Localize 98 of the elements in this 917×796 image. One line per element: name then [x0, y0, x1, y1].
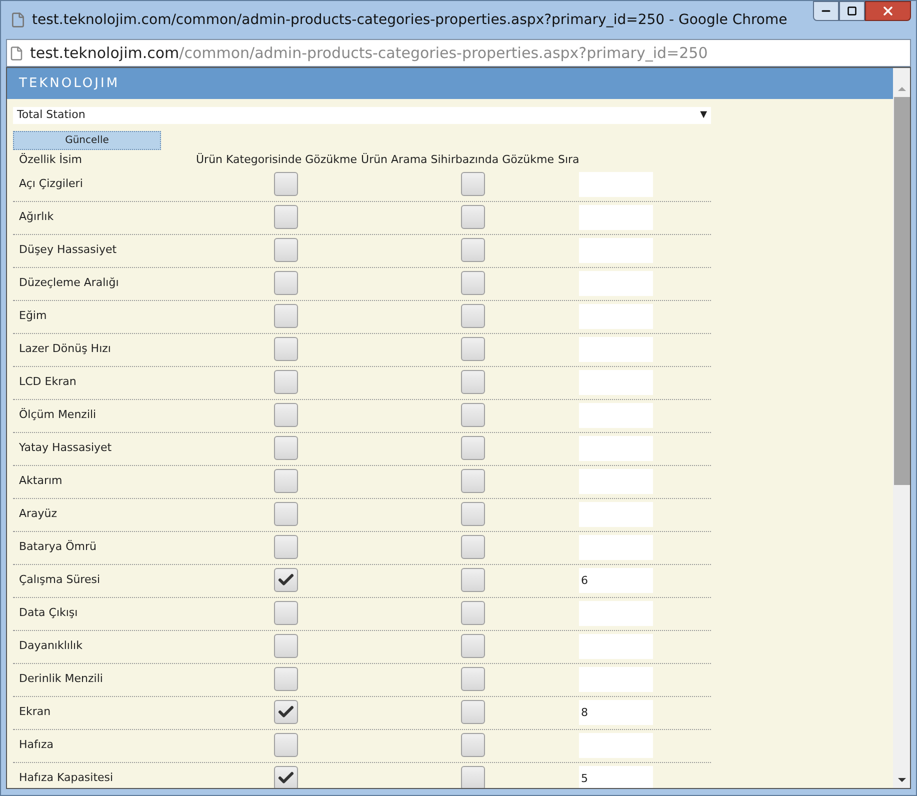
category-select[interactable]: Total Station ▼ — [13, 107, 711, 124]
checkbox[interactable] — [274, 733, 298, 757]
close-icon — [881, 4, 895, 18]
order-field[interactable] — [579, 666, 653, 692]
update-button[interactable]: Güncelle — [13, 131, 161, 150]
order-field[interactable] — [579, 468, 653, 494]
address-bar[interactable]: test.teknolojim.com/common/admin-products-categories-properties.aspx?primary_id=250 — [6, 39, 911, 67]
column-header: Sıra — [558, 152, 580, 168]
property-name: Eğim — [19, 308, 48, 324]
checkbox[interactable] — [461, 238, 485, 262]
checkbox[interactable] — [461, 205, 485, 229]
checkbox[interactable] — [274, 436, 298, 460]
order-field[interactable] — [579, 634, 653, 658]
order-field[interactable] — [579, 204, 653, 230]
checkbox[interactable] — [274, 766, 298, 788]
url-path: /common/admin-products-categories-properties.aspx?primary_id=250 — [179, 42, 708, 64]
order-field[interactable] — [579, 534, 653, 560]
checkbox[interactable] — [274, 469, 298, 493]
checkbox[interactable] — [274, 700, 298, 724]
checkbox[interactable] — [461, 700, 485, 724]
property-name: Aktarım — [19, 472, 64, 489]
checkbox[interactable] — [274, 601, 298, 625]
checkbox[interactable] — [274, 271, 298, 295]
property-name: Derinlik Menzili — [19, 670, 104, 687]
checkbox[interactable] — [274, 502, 298, 526]
checkbox[interactable] — [461, 304, 485, 328]
dropdown-arrow: ▼ — [700, 108, 707, 122]
property-name: Lazer Dönüş Hızı — [19, 340, 112, 357]
order-field[interactable] — [579, 238, 653, 262]
property-name: Yatay Hassasiyet — [19, 440, 113, 456]
checkbox[interactable] — [461, 271, 485, 295]
maximize-button[interactable] — [839, 1, 865, 21]
checkbox[interactable] — [461, 337, 485, 361]
property-name: Açı Çizgileri — [19, 176, 84, 192]
column-header: Ürün Kategorisinde Gözükme — [196, 152, 358, 168]
property-name: Data Çıkışı — [19, 604, 79, 621]
order-field[interactable]: 6 — [579, 568, 653, 592]
checkbox[interactable] — [461, 403, 485, 427]
order-field[interactable] — [579, 270, 653, 296]
property-name: Dayanıklılık — [19, 638, 84, 654]
property-name: Ölçüm Menzili — [19, 406, 98, 423]
checkbox[interactable] — [274, 238, 298, 262]
column-header: Özellik İsim — [19, 152, 83, 168]
order-field[interactable]: 5 — [579, 766, 653, 788]
order-field[interactable] — [579, 732, 653, 758]
checkbox[interactable] — [461, 172, 485, 196]
property-name: Arayüz — [19, 506, 58, 522]
order-field[interactable] — [579, 172, 653, 196]
column-header: Ürün Arama Sihirbazında Gözükme — [361, 152, 554, 168]
property-name: LCD Ekran — [19, 374, 78, 390]
order-field[interactable] — [579, 436, 653, 460]
scroll-thumb[interactable] — [894, 97, 910, 485]
maximize-icon — [847, 6, 857, 16]
order-field[interactable]: 8 — [579, 700, 653, 724]
checkbox[interactable] — [461, 535, 485, 559]
property-name: Batarya Ömrü — [19, 538, 98, 555]
checkbox[interactable] — [274, 403, 298, 427]
checkbox[interactable] — [274, 172, 298, 196]
checkbox[interactable] — [461, 634, 485, 658]
checkbox[interactable] — [274, 304, 298, 328]
checkbox[interactable] — [274, 568, 298, 592]
checkbox[interactable] — [461, 766, 485, 788]
checkbox[interactable] — [461, 469, 485, 493]
minimize-button[interactable] — [813, 1, 839, 21]
property-name: Çalışma Süresi — [19, 572, 102, 588]
property-name: Ekran — [19, 704, 52, 720]
page-icon — [9, 46, 24, 60]
close-button[interactable] — [865, 1, 911, 21]
checkbox[interactable] — [274, 667, 298, 691]
checkbox[interactable] — [461, 733, 485, 757]
checkbox[interactable] — [274, 337, 298, 361]
property-name: Ağırlık — [19, 208, 55, 225]
page-icon — [10, 12, 26, 28]
order-field[interactable] — [579, 370, 653, 394]
order-field[interactable] — [579, 336, 653, 362]
logo: TEKNOLOJIM — [19, 74, 120, 93]
order-field[interactable] — [579, 600, 653, 626]
checkbox[interactable] — [274, 634, 298, 658]
checkbox[interactable] — [461, 436, 485, 460]
scroll-down-icon[interactable] — [898, 778, 906, 782]
checkbox[interactable] — [461, 370, 485, 394]
property-name: Düzeçleme Aralığı — [19, 274, 120, 291]
scrollbar[interactable] — [893, 68, 910, 788]
order-field[interactable] — [579, 402, 653, 428]
checkbox[interactable] — [461, 502, 485, 526]
checkbox[interactable] — [461, 568, 485, 592]
checkbox[interactable] — [461, 601, 485, 625]
url-host: test.teknolojim.com — [30, 42, 180, 64]
checkbox[interactable] — [274, 535, 298, 559]
checkbox[interactable] — [274, 205, 298, 229]
order-field[interactable] — [579, 502, 653, 526]
checkbox[interactable] — [461, 667, 485, 691]
checkbox[interactable] — [274, 370, 298, 394]
window-title: test.teknolojim.com/common/admin-products-categories-properties.aspx?primary_id=250 - Google Chrome — [32, 10, 788, 30]
property-name: Hafıza Kapasitesi — [19, 770, 114, 786]
property-name: Düşey Hassasiyet — [19, 242, 118, 258]
order-field[interactable] — [579, 304, 653, 328]
property-name: Hafıza — [19, 736, 54, 753]
